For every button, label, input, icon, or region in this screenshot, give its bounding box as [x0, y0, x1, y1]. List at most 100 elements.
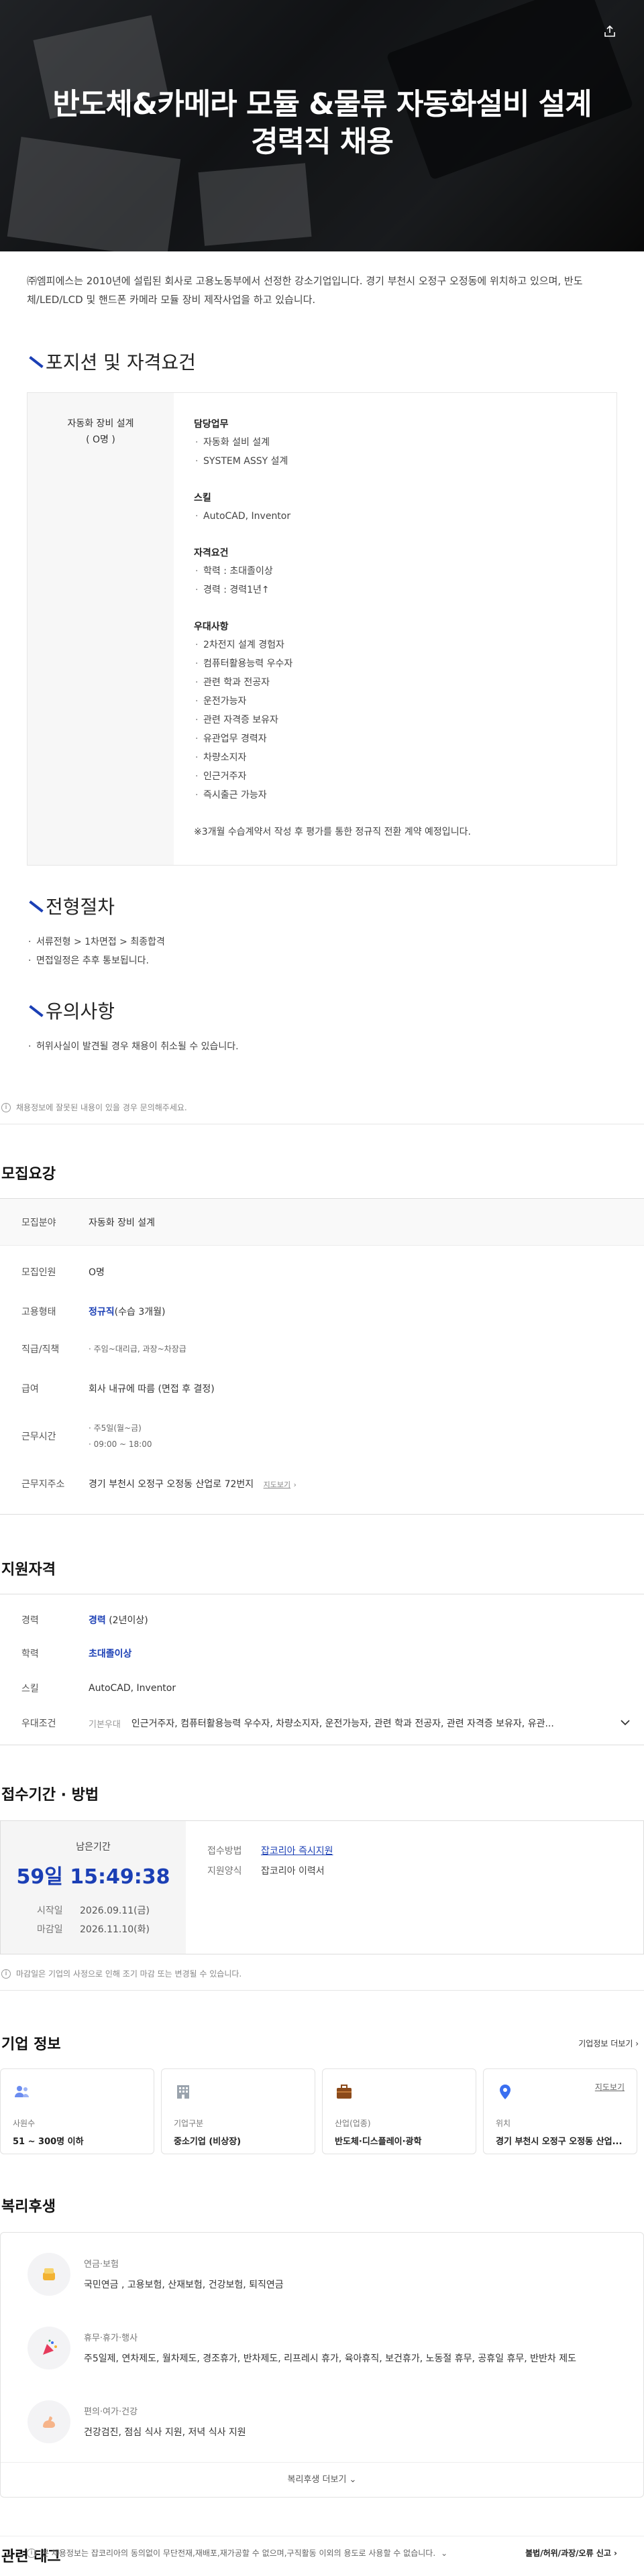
- chevron-down-icon[interactable]: ⌄: [441, 2549, 447, 2558]
- info-icon: i: [1, 1969, 11, 1979]
- welfare-row-holiday: 휴무·휴가·행사 주5일제, 연차제도, 월차제도, 경조휴가, 반차제도, 리…: [28, 2327, 616, 2369]
- position-group-item: SYSTEM ASSY 설계: [194, 452, 596, 471]
- welfare-title: 복리후생: [1, 2199, 56, 2215]
- slash-icon: [27, 1003, 39, 1018]
- position-details: 담당업무자동화 설비 설계SYSTEM ASSY 설계스킬 AutoCAD, In…: [174, 393, 616, 865]
- countdown: 59일 15:49:38: [16, 1865, 170, 1889]
- party-popper-icon: [28, 2327, 70, 2369]
- company-more-link[interactable]: 기업정보 더보기 ›: [578, 2038, 644, 2049]
- position-group-item: 차량소지자: [194, 748, 596, 767]
- position-group-item: 인근거주자: [194, 767, 596, 786]
- muscle-arm-icon: [28, 2400, 70, 2443]
- welfare-row-insurance: 연금·보험 국민연금 , 고용보험, 산재보험, 건강보험, 퇴직연금: [28, 2253, 616, 2296]
- position-group-item: 즉시출근 가능자: [194, 786, 596, 805]
- report-notice[interactable]: i 채용정보에 잘못된 내용이 있을 경우 문의해주세요.: [0, 1102, 644, 1113]
- copyright-notice: 본 채용정보는 잡코리아의 동의없이 무단전재,재배포,재가공할 수 없으며,구…: [42, 2549, 436, 2558]
- posting-title-line2: 경력직 채용: [251, 125, 394, 159]
- location-pin-icon: [496, 2083, 515, 2101]
- position-group-item: 경력 : 경력1년↑: [194, 581, 596, 599]
- list-item: 서류전형 > 1차면접 > 최종합격: [27, 933, 617, 951]
- summary-row-address: 근무지주소 경기 부천시 오정구 오정동 산업로 72번지 지도보기 ›: [21, 1479, 297, 1490]
- qualify-row-skill: 스킬 AutoCAD, Inventor: [21, 1683, 176, 1694]
- caution-list: 허위사실이 발견될 경우 채용이 취소될 수 있습니다.: [27, 1037, 617, 1056]
- apply-period: 남은기간 59일 15:49:38 시작일 2026.09.11(금) 마감일 20…: [1, 1821, 186, 1954]
- share-icon[interactable]: [602, 24, 617, 39]
- deadline-notice: i 마감일은 기업의 사정으로 인해 조기 마감 또는 변경될 수 있습니다.: [0, 1968, 644, 1979]
- position-group-title: 스킬: [194, 493, 211, 504]
- chevron-right-icon: ›: [293, 1480, 297, 1489]
- chevron-down-icon[interactable]: [620, 1718, 631, 1729]
- position-group-title: 자격요건: [194, 548, 229, 559]
- company-intro: ㈜엠피에스는 2010년에 설립된 회사로 고용노동부에서 선정한 강소기업입니…: [27, 275, 583, 306]
- section-title-process: 전형절차: [27, 892, 617, 919]
- company-title: 기업 정보: [1, 2036, 61, 2053]
- welfare-more-button[interactable]: 복리후생 더보기 ⌄: [1, 2462, 643, 2497]
- qualify-row-career: 경력 경력 (2년이상): [21, 1615, 148, 1626]
- position-group-item: 유관업무 경력자: [194, 729, 596, 748]
- summary-row-time: 근무시간 · 주5일(월~금) · 09:00 ~ 18:00: [21, 1423, 152, 1449]
- list-item: 면접일정은 추후 통보됩니다.: [27, 951, 617, 970]
- slash-icon: [27, 354, 39, 369]
- position-group: 스킬 AutoCAD, Inventor: [194, 489, 596, 526]
- position-group-item: 관련 학과 전공자: [194, 673, 596, 692]
- position-group-item: 학력 : 초대졸이상: [194, 562, 596, 581]
- welfare-box: 연금·보험 국민연금 , 고용보험, 산재보험, 건강보험, 퇴직연금 휴무·휴…: [0, 2232, 644, 2498]
- company-card-employees: 사원수 51 ~ 300명 이하: [0, 2068, 154, 2154]
- position-group-item: AutoCAD, Inventor: [194, 507, 596, 526]
- position-group-item: 자동화 설비 설계: [194, 433, 596, 452]
- posting-title: 반도체&카메라 모듈 &물류 자동화설비 설계 경력직 채용: [0, 86, 644, 161]
- info-icon: i: [27, 2548, 36, 2558]
- slash-icon: [27, 898, 39, 913]
- summary-row-pay: 급여 회사 내규에 따름 (면접 후 결정): [21, 1384, 215, 1395]
- position-group-title: 우대사항: [194, 622, 229, 632]
- posting-title-line1: 반도체&카메라 모듈 &물류 자동화설비 설계: [52, 87, 592, 121]
- map-link[interactable]: 지도보기: [264, 1480, 290, 1489]
- apply-box: 남은기간 59일 15:49:38 시작일 2026.09.11(금) 마감일 20…: [0, 1820, 644, 1954]
- apply-method: 접수방법 잡코리아 즉시지원 지원양식 잡코리아 이력서: [207, 1846, 333, 1877]
- position-group-item: 컴퓨터활용능력 우수자: [194, 654, 596, 673]
- position-count: ( O명 ): [86, 434, 115, 445]
- position-group: 우대사항 2차전지 설계 경험자컴퓨터활용능력 우수자관련 학과 전공자운전가능자…: [194, 618, 596, 805]
- summary-row-field: 모집분야 자동화 장비 설계: [0, 1199, 644, 1246]
- summary-row-count: 모집인원 O명: [21, 1267, 105, 1278]
- position-name-cell: 자동화 장비 설계 ( O명 ): [28, 393, 174, 865]
- piggy-bank-icon: [28, 2253, 70, 2296]
- process-list: 서류전형 > 1차면접 > 최종합격면접일정은 추후 통보됩니다.: [27, 933, 617, 970]
- position-group: 담당업무자동화 설비 설계SYSTEM ASSY 설계: [194, 416, 596, 471]
- company-cards: 사원수 51 ~ 300명 이하 기업구분 중소기업 (비상장) 산업(업종) …: [0, 2068, 644, 2154]
- briefcase-icon: [335, 2083, 354, 2101]
- hero-banner: 반도체&카메라 모듈 &물류 자동화설비 설계 경력직 채용: [0, 0, 644, 251]
- position-group-item: 2차전지 설계 경험자: [194, 636, 596, 654]
- list-item: 허위사실이 발견될 경우 채용이 취소될 수 있습니다.: [27, 1037, 617, 1056]
- company-card-location: 지도보기 위치 경기 부천시 오정구 오정동 산업...: [483, 2068, 637, 2154]
- qualify-row-pref: 우대조건 기본우대 인근거주자, 컴퓨터활용능력 우수자, 차량소지자, 운전가…: [0, 1706, 644, 1741]
- report-button[interactable]: 불법/허위/과장/오류 신고 ›: [525, 2547, 617, 2559]
- qualify-table: 경력 경력 (2년이상) 학력 초대졸이상 스킬 AutoCAD, Inventor…: [0, 1594, 644, 1745]
- position-group: 자격요건학력 : 초대졸이상경력 : 경력1년↑: [194, 544, 596, 599]
- start-date: 2026.09.11(금): [80, 1906, 150, 1916]
- position-name: 자동화 장비 설계: [67, 418, 134, 429]
- qualify-title: 지원자격: [1, 1562, 56, 1578]
- welfare-row-health: 편의·여가·건강 건강검진, 점심 식사 지원, 저녁 식사 지원: [28, 2400, 616, 2443]
- position-table: 자동화 장비 설계 ( O명 ) 담당업무자동화 설비 설계SYSTEM ASS…: [27, 392, 617, 866]
- summary-row-type: 고용형태 정규직(수습 3개월): [21, 1307, 166, 1318]
- info-icon: i: [1, 1102, 11, 1112]
- summary-title: 모집요강: [1, 1166, 56, 1183]
- position-group-item: 관련 자격증 보유자: [194, 711, 596, 729]
- company-card-industry: 산업(업종) 반도체·디스플레이·광학: [322, 2068, 476, 2154]
- chevron-down-icon: ⌄: [349, 2475, 357, 2485]
- job-posting-page: 반도체&카메라 모듈 &물류 자동화설비 설계 경력직 채용 ㈜엠피에스는 20…: [0, 0, 644, 2576]
- end-date: 2026.11.10(화): [80, 1924, 150, 1935]
- location-map-link[interactable]: 지도보기: [595, 2081, 625, 2093]
- building-icon: [174, 2083, 193, 2101]
- instant-apply-link[interactable]: 잡코리아 즉시지원: [261, 1846, 333, 1857]
- position-note: ※3개월 수습계약서 작성 후 평가를 통한 정규직 전환 계약 예정입니다.: [194, 827, 471, 837]
- people-icon: [13, 2083, 32, 2101]
- position-group-item: 운전가능자: [194, 692, 596, 711]
- summary-row-rank: 직급/직책 · 주임~대리급, 과장~차장급: [21, 1344, 186, 1355]
- section-title-position: 포지션 및 자격요건: [27, 348, 617, 375]
- footer-bar: i 본 채용정보는 잡코리아의 동의없이 무단전재,재배포,재가공할 수 없으며…: [0, 2536, 644, 2569]
- qualify-row-edu: 학력 초대졸이상: [21, 1649, 132, 1659]
- section-title-caution: 유의사항: [27, 997, 617, 1024]
- position-group-title: 담당업무: [194, 419, 229, 430]
